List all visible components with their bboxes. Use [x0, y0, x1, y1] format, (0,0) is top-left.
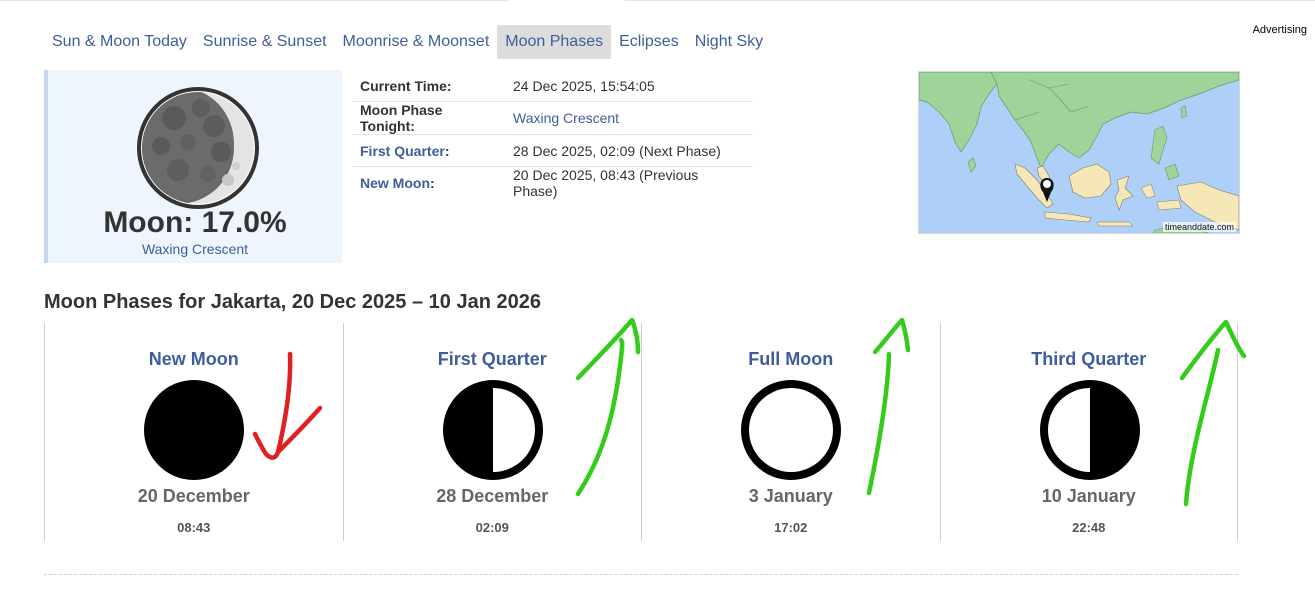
tab-sun-moon-today[interactable]: Sun & Moon Today — [44, 25, 195, 59]
phase-name[interactable]: First Quarter — [344, 349, 642, 370]
phase-name[interactable]: New Moon — [45, 349, 343, 370]
table-row: New Moon: 20 Dec 2025, 08:43 (Previous P… — [353, 167, 753, 199]
phase-time: 22:48 — [1072, 520, 1106, 535]
phase-card-new-moon: New Moon 20 December 08:43 — [44, 323, 343, 541]
moon-phase-tonight-label: Moon Phase Tonight: — [353, 101, 506, 135]
phase-date: 10 January — [1041, 486, 1136, 506]
top-border — [0, 0, 1315, 1]
phase-time: 17:02 — [774, 520, 808, 535]
advertising-label: Advertising — [1252, 24, 1307, 36]
table-row: Moon Phase Tonight: Waxing Crescent — [353, 101, 753, 135]
southeast-asia-map — [919, 72, 1239, 233]
phase-time: 08:43 — [177, 520, 211, 535]
first-quarter-value: 28 Dec 2025, 02:09 (Next Phase) — [506, 134, 753, 167]
moon-info-table: Current Time: 24 Dec 2025, 15:54:05 Moon… — [353, 70, 753, 199]
phase-name[interactable]: Third Quarter — [941, 349, 1238, 370]
new-moon-label: New Moon: — [360, 175, 435, 191]
new-moon-icon — [144, 380, 244, 480]
table-row: Current Time: 24 Dec 2025, 15:54:05 — [353, 70, 753, 102]
phase-date: 28 December — [436, 486, 549, 506]
map-credit: timeanddate.com — [1162, 222, 1236, 232]
third-quarter-icon — [1039, 380, 1140, 480]
tab-moonrise-moonset[interactable]: Moonrise & Moonset — [335, 25, 498, 59]
location-map[interactable]: timeanddate.com — [918, 71, 1240, 234]
phase-card-first-quarter: First Quarter 28 December 02:09 — [342, 323, 642, 541]
tab-night-sky[interactable]: Night Sky — [687, 25, 771, 59]
top-border-gap — [509, 0, 625, 2]
current-time-label: Current Time: — [353, 70, 506, 102]
tab-moon-phases[interactable]: Moon Phases — [497, 25, 612, 59]
first-quarter-icon — [442, 380, 543, 480]
current-time-value: 24 Dec 2025, 15:54:05 — [506, 70, 753, 102]
moon-phase-name[interactable]: Waxing Crescent — [48, 241, 342, 257]
first-quarter-label: First Quarter: — [353, 134, 506, 167]
phase-card-full-moon: Full Moon 3 January 17:02 — [641, 323, 940, 541]
section-divider — [44, 574, 1238, 575]
waxing-crescent-moon-icon — [137, 87, 259, 209]
table-row: First Quarter: 28 Dec 2025, 02:09 (Next … — [353, 134, 753, 167]
phase-date: 20 December — [137, 486, 250, 506]
phase-name[interactable]: Full Moon — [642, 349, 940, 370]
tab-sunrise-sunset[interactable]: Sunrise & Sunset — [195, 25, 335, 59]
phase-card-third-quarter: Third Quarter 10 January 22:48 — [939, 323, 1238, 541]
phase-time: 02:09 — [475, 520, 509, 535]
section-title: Moon Phases for Jakarta, 20 Dec 2025 – 1… — [44, 291, 541, 313]
first-quarter-link[interactable]: First Quarter — [360, 143, 445, 159]
moon-summary-panel: Moon: 17.0% Waxing Crescent — [44, 70, 342, 263]
moon-nav-tabs: Sun & Moon Today Sunrise & Sunset Moonri… — [44, 25, 771, 59]
phase-date: 3 January — [748, 486, 833, 506]
new-moon-link[interactable]: New Moon — [360, 175, 430, 191]
new-moon-value: 20 Dec 2025, 08:43 (Previous Phase) — [513, 167, 699, 199]
moon-phase-tonight-link[interactable]: Waxing Crescent — [506, 101, 753, 135]
full-moon-icon — [741, 380, 841, 480]
moon-phases-list: New Moon 20 December 08:43 First Quarter… — [44, 323, 1238, 541]
tab-eclipses[interactable]: Eclipses — [611, 25, 687, 59]
moon-illumination-percent: Moon: 17.0% — [103, 206, 287, 239]
